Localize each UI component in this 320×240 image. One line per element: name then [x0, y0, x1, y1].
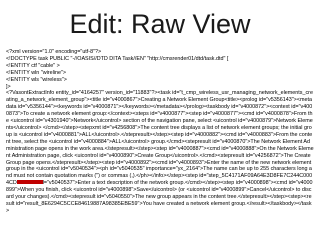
page-title: Edit: Raw View [69, 9, 251, 39]
red-highlight-bar [17, 180, 43, 184]
raw-xml-content[interactable]: <?xml version="1.0" encoding="utf-8"?> <… [6, 49, 314, 235]
